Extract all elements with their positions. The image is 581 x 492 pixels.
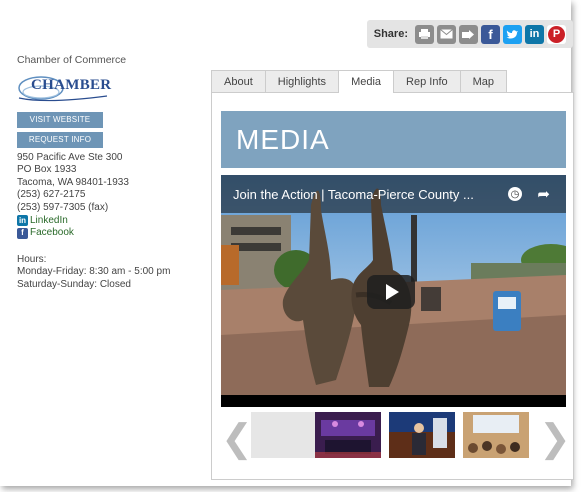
pinterest-glyph: P (548, 25, 565, 43)
media-heading: MEDIA (236, 124, 330, 155)
top-cropped-header (0, 0, 571, 14)
hours-weekend: Saturday-Sunday: Closed (17, 278, 131, 290)
chevron-left-icon[interactable]: ❮ (221, 420, 253, 458)
thumbnail-audience[interactable] (463, 412, 529, 458)
facebook-link[interactable]: f Facebook (17, 227, 197, 240)
chevron-right-icon[interactable]: ❯ (539, 420, 571, 458)
tab-highlights[interactable]: Highlights (264, 70, 340, 92)
bookmark-icon[interactable] (459, 24, 478, 44)
address-block: 950 Pacific Ave Ste 300 PO Box 1933 Taco… (17, 152, 197, 215)
linkedin-small-icon: in (17, 215, 28, 227)
thumbnail-speaker[interactable] (389, 412, 455, 458)
hours-weekday: Monday-Friday: 8:30 am - 5:00 pm (17, 266, 171, 278)
video-share-icon[interactable]: ➦ (537, 185, 550, 203)
thumbnail-empty[interactable] (251, 412, 317, 458)
tab-about[interactable]: About (211, 70, 266, 92)
address-line: Tacoma, WA 98401-1933 (17, 176, 129, 188)
tab-map[interactable]: Map (459, 70, 508, 92)
video-title: Join the Action | Tacoma-Pierce County .… (233, 187, 474, 202)
print-icon[interactable] (415, 24, 434, 44)
facebook-small-icon: f (17, 227, 28, 239)
linkedin-label: LinkedIn (30, 214, 68, 226)
play-button[interactable] (367, 275, 415, 309)
pinterest-icon[interactable]: P (547, 24, 566, 44)
request-info-button[interactable]: REQUEST INFO (17, 131, 103, 148)
share-label: Share: (373, 28, 408, 40)
address-line: PO Box 1933 (17, 164, 77, 176)
share-toolbar: Share: f in P (366, 20, 573, 48)
play-icon (386, 284, 399, 300)
linkedin-link[interactable]: in LinkedIn (17, 215, 197, 228)
logo-wordmark: CHAMBER (31, 76, 112, 93)
video-player[interactable]: Join the Action | Tacoma-Pierce County .… (221, 175, 566, 407)
phone: (253) 627-2175 (17, 189, 86, 201)
address-line: 950 Pacific Ave Ste 300 (17, 151, 123, 163)
hours-title: Hours: (17, 253, 47, 265)
email-icon[interactable] (437, 24, 456, 44)
chamber-logo[interactable]: CHAMBER (17, 72, 112, 104)
watch-later-icon[interactable]: ◷ (508, 187, 522, 201)
tab-bar: About Highlights Media Rep Info Map (211, 70, 508, 93)
twitter-icon[interactable] (503, 24, 522, 44)
visit-website-button[interactable]: VISIT WEBSITE (17, 111, 103, 128)
thumbnail-strip: ❮ ❯ (221, 410, 571, 468)
facebook-label: Facebook (30, 227, 74, 239)
fax: (253) 597-7305 (fax) (17, 201, 109, 213)
media-banner: MEDIA (221, 111, 566, 168)
tab-rep-info[interactable]: Rep Info (393, 70, 461, 92)
hours-block: Hours: Monday-Friday: 8:30 am - 5:00 pm … (17, 254, 197, 292)
sidebar: Chamber of Commerce CHAMBER VISIT WEBSIT… (17, 54, 197, 292)
facebook-icon[interactable]: f (481, 24, 500, 44)
org-name: Chamber of Commerce (17, 54, 127, 66)
thumbnail-event-stage[interactable] (315, 412, 381, 458)
linkedin-icon[interactable]: in (525, 24, 544, 44)
tab-media[interactable]: Media (338, 70, 395, 93)
